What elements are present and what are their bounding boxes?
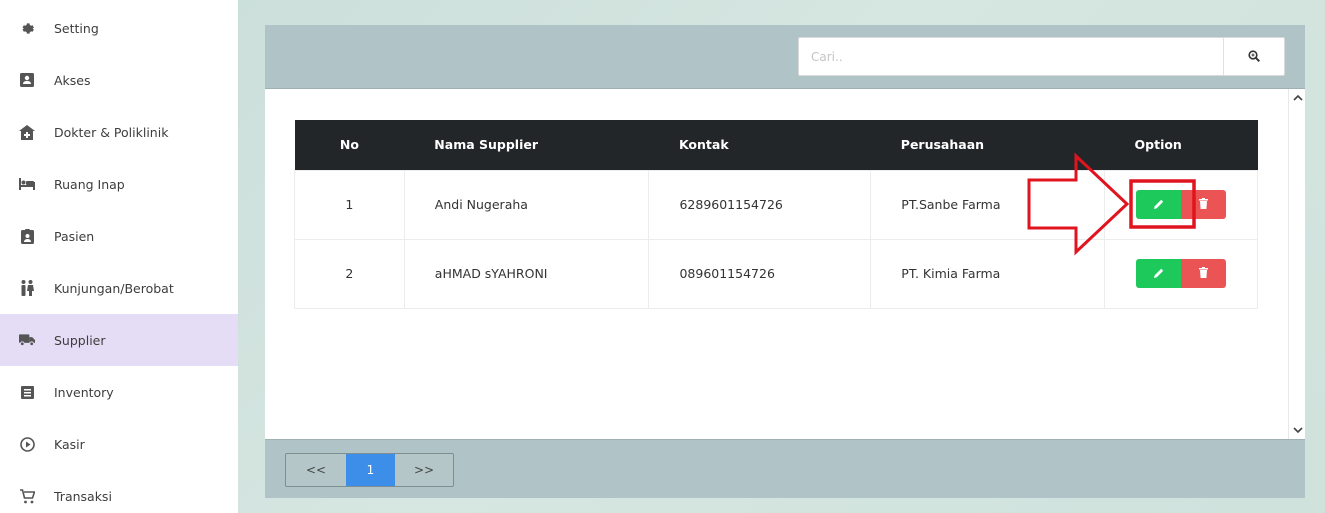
sidebar-item-label: Inventory [54, 384, 114, 400]
pencil-icon [1153, 266, 1164, 281]
sidebar-item-kasir[interactable]: Kasir [0, 418, 238, 470]
table-row: 1 Andi Nugeraha 6289601154726 PT.Sanbe F… [294, 169, 1258, 240]
sidebar-item-label: Ruang Inap [54, 176, 125, 192]
sidebar-item-label: Transaksi [54, 488, 112, 504]
sidebar-item-label: Supplier [54, 332, 106, 348]
panel-header [265, 25, 1305, 89]
sidebar-item-supplier[interactable]: Supplier [0, 314, 238, 366]
sidebar-item-label: Setting [54, 20, 99, 36]
trash-icon [1199, 197, 1209, 212]
clinic-icon [19, 124, 35, 140]
header-no: No [339, 137, 359, 153]
supplier-panel: No Nama Supplier Kontak Perusahaan Optio… [265, 25, 1305, 498]
bed-icon [19, 176, 35, 192]
edit-button[interactable] [1136, 259, 1182, 288]
next-page-button[interactable]: >> [395, 454, 453, 486]
sidebar-item-transaksi[interactable]: Transaksi [0, 470, 238, 513]
edit-button[interactable] [1136, 190, 1182, 219]
header-perusahaan: Perusahaan [900, 137, 985, 153]
delete-button[interactable] [1181, 259, 1227, 288]
cell-perusahaan: PT.Sanbe Farma [870, 169, 1106, 240]
header-nama-supplier: Nama Supplier [434, 137, 539, 153]
cell-option [1104, 238, 1258, 309]
search-icon [1248, 47, 1261, 66]
table-header-row: No Nama Supplier Kontak Perusahaan Optio… [294, 120, 1258, 170]
cell-no: 1 [294, 169, 405, 240]
sidebar-item-pasien[interactable]: Pasien [0, 210, 238, 262]
patient-icon [19, 228, 35, 244]
table-row: 2 aHMAD sYAHRONI 089601154726 PT. Kimia … [294, 238, 1258, 309]
pencil-icon [1153, 197, 1164, 212]
sidebar-item-label: Dokter & Poliklinik [54, 124, 169, 140]
chevron-down-icon[interactable] [1291, 424, 1304, 437]
delete-button[interactable] [1181, 190, 1227, 219]
cell-kontak: 6289601154726 [648, 169, 872, 240]
sidebar-item-ruang-inap[interactable]: Ruang Inap [0, 158, 238, 210]
search-button[interactable] [1223, 38, 1284, 75]
header-kontak: Kontak [678, 137, 729, 153]
sidebar-item-dokter-poliklinik[interactable]: Dokter & Poliklinik [0, 106, 238, 158]
cart-icon [19, 488, 35, 504]
page-button-current[interactable]: 1 [346, 454, 395, 486]
chevron-up-icon[interactable] [1291, 91, 1304, 104]
prev-page-button[interactable]: << [286, 454, 346, 486]
sidebar-item-inventory[interactable]: Inventory [0, 366, 238, 418]
play-circle-icon [19, 436, 35, 452]
search-input[interactable] [799, 38, 1223, 75]
sidebar-item-setting[interactable]: Setting [0, 2, 238, 54]
sidebar-item-kunjungan[interactable]: Kunjungan/Berobat [0, 262, 238, 314]
cell-nama-supplier: aHMAD sYAHRONI [403, 238, 650, 309]
cell-nama-supplier: Andi Nugeraha [403, 169, 650, 240]
id-card-icon [19, 72, 35, 88]
sidebar-item-akses[interactable]: Akses [0, 54, 238, 106]
header-option: Option [1134, 137, 1182, 153]
sidebar: Setting Akses Dokter & Poliklinik Ruang … [0, 0, 238, 513]
supplier-table: No Nama Supplier Kontak Perusahaan Optio… [294, 120, 1258, 309]
vertical-scrollbar[interactable] [1288, 89, 1305, 439]
people-icon [19, 280, 35, 296]
cell-no: 2 [294, 238, 405, 309]
pagination: << 1 >> [285, 453, 454, 487]
truck-icon [19, 332, 35, 348]
sidebar-item-label: Kasir [54, 436, 85, 452]
cell-perusahaan: PT. Kimia Farma [870, 238, 1106, 309]
panel-footer: << 1 >> [265, 439, 1305, 498]
sidebar-item-label: Pasien [54, 228, 95, 244]
cell-kontak: 089601154726 [648, 238, 872, 309]
list-icon [19, 384, 35, 400]
search-box [798, 37, 1285, 76]
sidebar-item-label: Kunjungan/Berobat [54, 280, 174, 296]
cell-option [1104, 169, 1258, 240]
trash-icon [1199, 266, 1209, 281]
sidebar-item-label: Akses [54, 72, 91, 88]
gear-icon [19, 20, 35, 36]
table-container: No Nama Supplier Kontak Perusahaan Optio… [265, 89, 1305, 439]
